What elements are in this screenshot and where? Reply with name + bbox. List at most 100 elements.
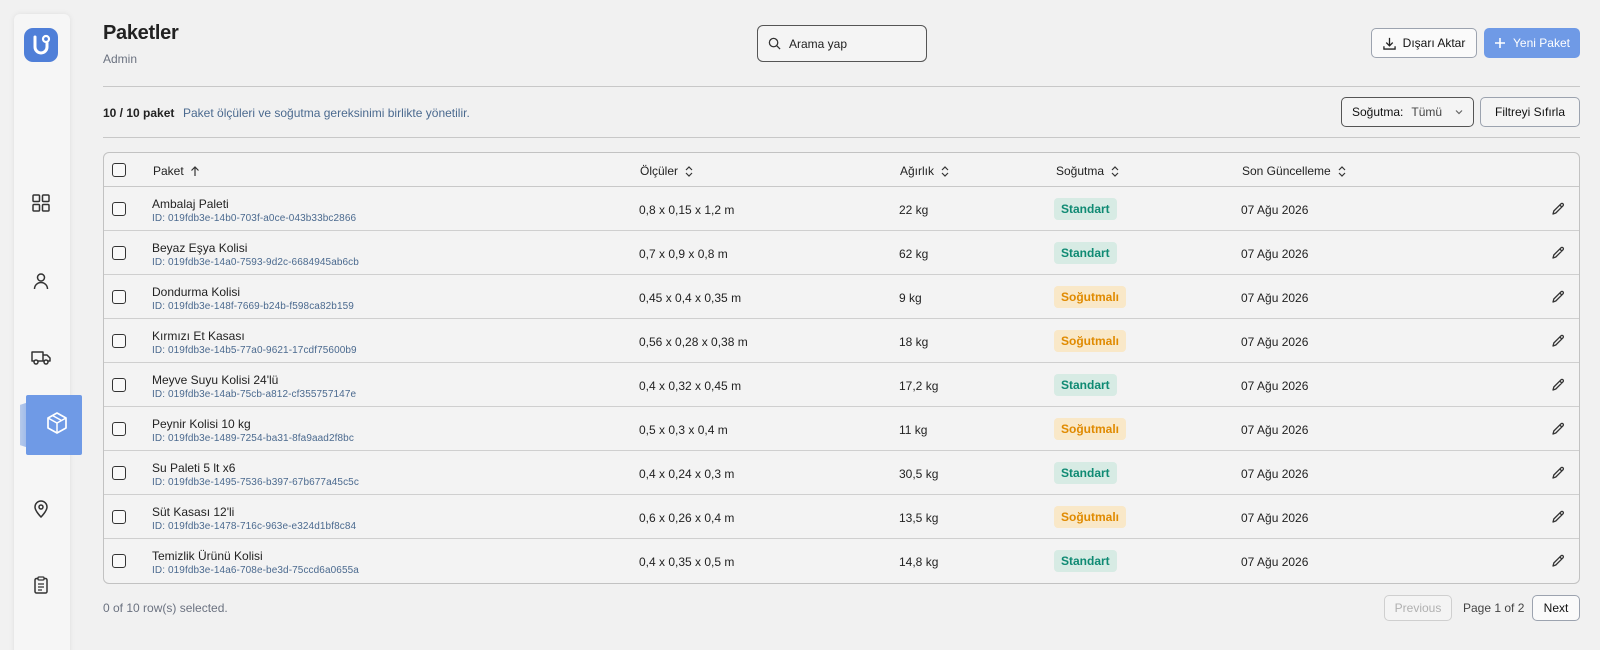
row-checkbox[interactable] [112, 202, 126, 216]
download-icon [1382, 37, 1396, 50]
row-checkbox[interactable] [112, 510, 126, 524]
last-updated: 07 Ağu 2026 [1241, 511, 1309, 525]
cooling-badge: Soğutmalı [1054, 286, 1127, 308]
table-row[interactable]: Dondurma Kolisi ID: 019fdb3e-148f-7669-b… [104, 275, 1579, 319]
table-row[interactable]: Su Paleti 5 lt x6 ID: 019fdb3e-1495-7536… [104, 451, 1579, 495]
package-name: Ambalaj Paleti [152, 197, 229, 211]
cooling-badge: Standart [1054, 374, 1117, 396]
cooling-filter-label: Soğutma: [1352, 105, 1404, 119]
package-dimensions: 0,8 x 0,15 x 1,2 m [639, 203, 735, 217]
page-indicator: Page 1 of 2 [1463, 601, 1525, 615]
package-dimensions: 0,56 x 0,28 x 0,38 m [639, 335, 748, 349]
column-header-agirlik[interactable]: Ağırlık [900, 164, 950, 178]
table-row[interactable]: Peynir Kolisi 10 kg ID: 019fdb3e-1489-72… [104, 407, 1579, 451]
sort-ascending-icon [190, 165, 199, 176]
new-package-button[interactable]: Yeni Paket [1484, 28, 1580, 58]
page-description: Paket ölçüleri ve soğutma gereksinimi bi… [183, 106, 470, 120]
row-checkbox[interactable] [112, 554, 126, 568]
edit-icon[interactable] [1550, 465, 1566, 481]
table-row[interactable]: Süt Kasası 12'li ID: 019fdb3e-1478-716c-… [104, 495, 1579, 539]
column-header-olculer[interactable]: Ölçüler [640, 164, 694, 178]
edit-icon[interactable] [1550, 201, 1566, 217]
chevron-down-icon [1455, 110, 1463, 115]
row-checkbox[interactable] [112, 378, 126, 392]
row-checkbox[interactable] [112, 422, 126, 436]
edit-icon[interactable] [1550, 289, 1566, 305]
package-id: ID: 019fdb3e-14b0-703f-a0ce-043b33bc2866 [152, 213, 357, 224]
row-checkbox[interactable] [112, 466, 126, 480]
sort-icon [685, 165, 693, 177]
package-dimensions: 0,6 x 0,26 x 0,4 m [639, 511, 735, 525]
sort-icon [1338, 165, 1346, 177]
package-name: Dondurma Kolisi [152, 285, 241, 299]
package-weight: 18 kg [899, 335, 929, 349]
nav-locations[interactable] [28, 496, 54, 522]
last-updated: 07 Ağu 2026 [1241, 555, 1309, 569]
package-dimensions: 0,45 x 0,4 x 0,35 m [639, 291, 742, 305]
cooling-badge: Soğutmalı [1054, 330, 1127, 352]
package-weight: 13,5 kg [899, 511, 939, 525]
truck-icon [31, 351, 51, 365]
nav-vehicles[interactable] [28, 344, 54, 370]
package-name: Süt Kasası 12'li [152, 505, 235, 519]
column-header-paket[interactable]: Paket [153, 164, 200, 178]
cooling-filter-value: Tümü [1411, 105, 1443, 119]
search-input[interactable] [789, 36, 909, 51]
package-id: ID: 019fdb3e-14ab-75cb-a812-cf355757147e [152, 389, 357, 400]
table-header: Paket Ölçüler Ağırlık Soğutma Son Güncel… [104, 153, 1579, 187]
package-id: ID: 019fdb3e-1489-7254-ba31-8fa9aad2f8bc [152, 433, 354, 444]
package-id: ID: 019fdb3e-1495-7536-b397-67b677a45c5c [152, 477, 359, 488]
table-row[interactable]: Ambalaj Paleti ID: 019fdb3e-14b0-703f-a0… [104, 187, 1579, 231]
user-icon [33, 273, 49, 290]
app-logo[interactable] [24, 28, 58, 62]
clipboard-icon [34, 576, 48, 594]
package-id: ID: 019fdb3e-148f-7669-b24b-f598ca82b159 [152, 301, 354, 312]
edit-icon[interactable] [1550, 377, 1566, 393]
nav-dashboard[interactable] [28, 190, 54, 216]
sort-icon [1111, 165, 1119, 177]
edit-icon[interactable] [1550, 509, 1566, 525]
cooling-badge: Standart [1054, 242, 1117, 264]
table-row[interactable]: Temizlik Ürünü Kolisi ID: 019fdb3e-14a6-… [104, 539, 1579, 583]
page-title: Paketler [103, 22, 179, 44]
package-dimensions: 0,5 x 0,3 x 0,4 m [639, 423, 728, 437]
package-weight: 30,5 kg [899, 467, 939, 481]
edit-icon[interactable] [1550, 553, 1566, 569]
package-name: Beyaz Eşya Kolisi [152, 241, 248, 255]
cooling-filter-select[interactable]: Soğutma: Tümü [1341, 97, 1474, 127]
package-name: Peynir Kolisi 10 kg [152, 417, 251, 431]
table-row[interactable]: Beyaz Eşya Kolisi ID: 019fdb3e-14a0-7593… [104, 231, 1579, 275]
export-button[interactable]: Dışarı Aktar [1371, 28, 1477, 58]
nav-packages[interactable] [12, 395, 82, 455]
column-header-sogutma[interactable]: Soğutma [1056, 164, 1120, 178]
edit-icon[interactable] [1550, 245, 1566, 261]
row-checkbox[interactable] [112, 290, 126, 304]
edit-icon[interactable] [1550, 333, 1566, 349]
column-label: Soğutma [1056, 164, 1105, 178]
table-row[interactable]: Kırmızı Et Kasası ID: 019fdb3e-14b5-77a0… [104, 319, 1579, 363]
package-dimensions: 0,4 x 0,35 x 0,5 m [639, 555, 735, 569]
nav-users[interactable] [28, 268, 54, 294]
packages-table: Paket Ölçüler Ağırlık Soğutma Son Güncel… [103, 152, 1580, 584]
cooling-badge: Standart [1054, 198, 1117, 220]
previous-page-button[interactable]: Previous [1384, 595, 1452, 621]
column-header-son-guncelleme[interactable]: Son Güncelleme [1242, 164, 1347, 178]
last-updated: 07 Ağu 2026 [1241, 335, 1309, 349]
divider [103, 137, 1580, 138]
row-checkbox[interactable] [112, 334, 126, 348]
row-checkbox[interactable] [112, 246, 126, 260]
sort-icon [941, 165, 949, 177]
next-page-button[interactable]: Next [1532, 595, 1580, 621]
table-row[interactable]: Meyve Suyu Kolisi 24'lü ID: 019fdb3e-14a… [104, 363, 1579, 407]
edit-icon[interactable] [1550, 421, 1566, 437]
new-package-button-label: Yeni Paket [1513, 36, 1570, 50]
package-weight: 11 kg [899, 423, 928, 437]
package-dimensions: 0,4 x 0,32 x 0,45 m [639, 379, 742, 393]
search-box[interactable] [757, 25, 927, 62]
selection-status: 0 of 10 row(s) selected. [103, 601, 228, 615]
package-id: ID: 019fdb3e-14a6-708e-be3d-75ccd6a0655a [152, 565, 359, 576]
select-all-checkbox[interactable] [112, 163, 126, 177]
nav-orders[interactable] [28, 572, 54, 598]
reset-filter-button[interactable]: Filtreyi Sıfırla [1480, 97, 1580, 127]
last-updated: 07 Ağu 2026 [1241, 379, 1309, 393]
